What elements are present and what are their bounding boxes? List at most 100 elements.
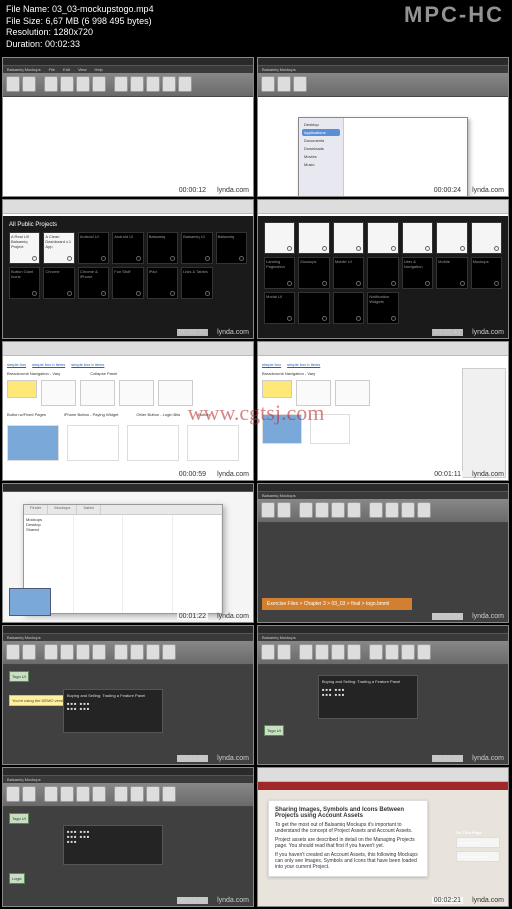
project-card[interactable]: Mobile UI bbox=[333, 257, 364, 289]
sidebar-box[interactable]: Related Articles bbox=[456, 851, 500, 862]
project-card[interactable]: Notification Widgets bbox=[367, 292, 398, 324]
project-card[interactable] bbox=[333, 222, 364, 254]
project-card[interactable] bbox=[298, 222, 329, 254]
sidebar-item[interactable]: Documents bbox=[302, 137, 340, 144]
preview-box[interactable] bbox=[67, 425, 119, 461]
project-card[interactable] bbox=[436, 222, 467, 254]
project-card[interactable] bbox=[367, 257, 398, 289]
thumb-10[interactable]: Balsamiq Mockups Buying and Selling: Tra… bbox=[257, 625, 509, 765]
project-card[interactable]: Mobile bbox=[436, 257, 467, 289]
project-card[interactable] bbox=[402, 222, 433, 254]
togo-badge[interactable]: Togo UI bbox=[264, 725, 284, 736]
project-card[interactable]: A Real UX Balsamiq Project bbox=[9, 232, 40, 264]
tool-button[interactable] bbox=[178, 76, 192, 92]
tool-button[interactable] bbox=[44, 76, 58, 92]
project-card[interactable] bbox=[264, 222, 295, 254]
project-card[interactable]: Balsamiq bbox=[216, 232, 247, 264]
tab[interactable]: simple box bbox=[7, 362, 26, 367]
tab[interactable]: Safari bbox=[77, 505, 100, 514]
tab[interactable]: Finder bbox=[24, 505, 48, 514]
file-dialog[interactable]: Desktop Applications Documents Downloads… bbox=[298, 117, 468, 197]
thumb-5[interactable]: simple box simple box b items simple box… bbox=[2, 341, 254, 481]
preview-box[interactable] bbox=[310, 414, 350, 444]
preview-thumb[interactable] bbox=[9, 588, 51, 616]
inspector-panel[interactable] bbox=[462, 368, 506, 478]
widget[interactable] bbox=[7, 380, 37, 398]
column[interactable] bbox=[173, 515, 223, 613]
project-card[interactable]: Landing Pagination bbox=[264, 257, 295, 289]
project-card[interactable]: iPad bbox=[147, 267, 178, 299]
tool-button[interactable] bbox=[22, 76, 36, 92]
logic-badge[interactable]: Logic bbox=[9, 873, 25, 884]
widget[interactable] bbox=[158, 380, 193, 406]
project-card[interactable]: Chrome bbox=[43, 267, 74, 299]
sidebar-item[interactable]: Desktop bbox=[302, 121, 340, 128]
project-card[interactable]: Android UI bbox=[78, 232, 109, 264]
sidebar-box[interactable]: Introduction bbox=[456, 837, 500, 848]
project-card[interactable]: Mockups bbox=[298, 257, 329, 289]
thumb-8[interactable]: Balsamiq Mockups Exercise Files > Chapte… bbox=[257, 483, 509, 623]
project-card[interactable]: Balsamiq UI bbox=[181, 232, 212, 264]
tab[interactable]: simple box b items bbox=[32, 362, 65, 367]
thumb-3[interactable]: All Public Projects A Real UX Balsamiq P… bbox=[2, 199, 254, 339]
sidebar-item[interactable]: Music bbox=[302, 161, 340, 168]
thumb-6[interactable]: simple box simple box b items Breadcrumb… bbox=[257, 341, 509, 481]
project-card[interactable]: Lists & Tables bbox=[181, 267, 212, 299]
column[interactable] bbox=[74, 515, 124, 613]
widget[interactable] bbox=[335, 380, 370, 406]
preview-box[interactable] bbox=[262, 414, 302, 444]
thumb-1[interactable]: Balsamiq MockupsFileEditViewHelp 00:00:1… bbox=[2, 57, 254, 197]
tool-button[interactable] bbox=[60, 76, 74, 92]
thumb-12[interactable]: Sharing Images, Symbols and Icons Betwee… bbox=[257, 767, 509, 907]
column[interactable] bbox=[123, 515, 173, 613]
tab[interactable]: simple box b items bbox=[287, 362, 320, 367]
sidebar-item-selected[interactable]: Applications bbox=[302, 129, 340, 136]
project-card[interactable]: User & Navigation bbox=[402, 257, 433, 289]
sidebar-item[interactable]: Movies bbox=[302, 153, 340, 160]
tool-button[interactable] bbox=[130, 76, 144, 92]
tool-button[interactable] bbox=[76, 76, 90, 92]
project-card[interactable]: Button Giant Icons bbox=[9, 267, 40, 299]
widget[interactable] bbox=[80, 380, 115, 406]
project-card[interactable] bbox=[471, 222, 502, 254]
thumb-7[interactable]: Finder Mockups Safari Mockups Desktop Sh… bbox=[2, 483, 254, 623]
widget-label: Breadcrumb Navigation - Vary bbox=[7, 371, 60, 376]
tool-button[interactable] bbox=[114, 76, 128, 92]
project-card[interactable] bbox=[298, 292, 329, 324]
thumb-9[interactable]: Balsamiq Mockups Togo UI You're using th… bbox=[2, 625, 254, 765]
project-card[interactable]: Android UI bbox=[112, 232, 143, 264]
preview-box[interactable] bbox=[7, 425, 59, 461]
preview-box[interactable] bbox=[127, 425, 179, 461]
feature-panel[interactable]: Buying and Selling: Trading a Feature Pa… bbox=[63, 689, 163, 733]
widget[interactable] bbox=[119, 380, 154, 406]
project-card[interactable]: A Clean Dashboard v.1 App bbox=[43, 232, 74, 264]
tool-button[interactable] bbox=[162, 76, 176, 92]
project-card[interactable] bbox=[367, 222, 398, 254]
project-card[interactable]: Mockups bbox=[471, 257, 502, 289]
thumb-2[interactable]: Balsamiq Mockups Desktop Applications Do… bbox=[257, 57, 509, 197]
tab[interactable]: simple box bbox=[262, 362, 281, 367]
project-card[interactable]: Balsamiq bbox=[147, 232, 178, 264]
project-card[interactable]: Fun Stuff bbox=[112, 267, 143, 299]
feature-panel[interactable]: Buying and Selling: Trading a Feature Pa… bbox=[318, 675, 418, 719]
project-card[interactable]: Chrome & iPhone bbox=[78, 267, 109, 299]
tool-button[interactable] bbox=[92, 76, 106, 92]
thumb-11[interactable]: Balsamiq Mockups Togo UI ■ ■ ■ ■ ■ ■ ■ ■… bbox=[2, 767, 254, 907]
sidebar-item[interactable]: Downloads bbox=[302, 145, 340, 152]
tab[interactable]: simple box b items bbox=[71, 362, 104, 367]
project-card[interactable] bbox=[333, 292, 364, 324]
tool-button[interactable] bbox=[6, 76, 20, 92]
finder-window[interactable]: Finder Mockups Safari Mockups Desktop Sh… bbox=[23, 504, 223, 614]
feature-panel[interactable]: ■ ■ ■ ■ ■ ■ ■ ■ ■ ■ ■ ■ ■ ■ ■ bbox=[63, 825, 163, 865]
widget[interactable] bbox=[41, 380, 76, 406]
widget[interactable] bbox=[262, 380, 292, 398]
thumb-4[interactable]: Landing Pagination Mockups Mobile UI Use… bbox=[257, 199, 509, 339]
tool-button[interactable] bbox=[146, 76, 160, 92]
tab[interactable]: Mockups bbox=[48, 505, 77, 514]
widget[interactable] bbox=[296, 380, 331, 406]
project-card[interactable]: Modal UI bbox=[264, 292, 295, 324]
togo-badge[interactable]: Togo UI bbox=[9, 671, 29, 682]
preview-box[interactable] bbox=[187, 425, 239, 461]
toolbar bbox=[3, 641, 253, 665]
togo-badge[interactable]: Togo UI bbox=[9, 813, 29, 824]
